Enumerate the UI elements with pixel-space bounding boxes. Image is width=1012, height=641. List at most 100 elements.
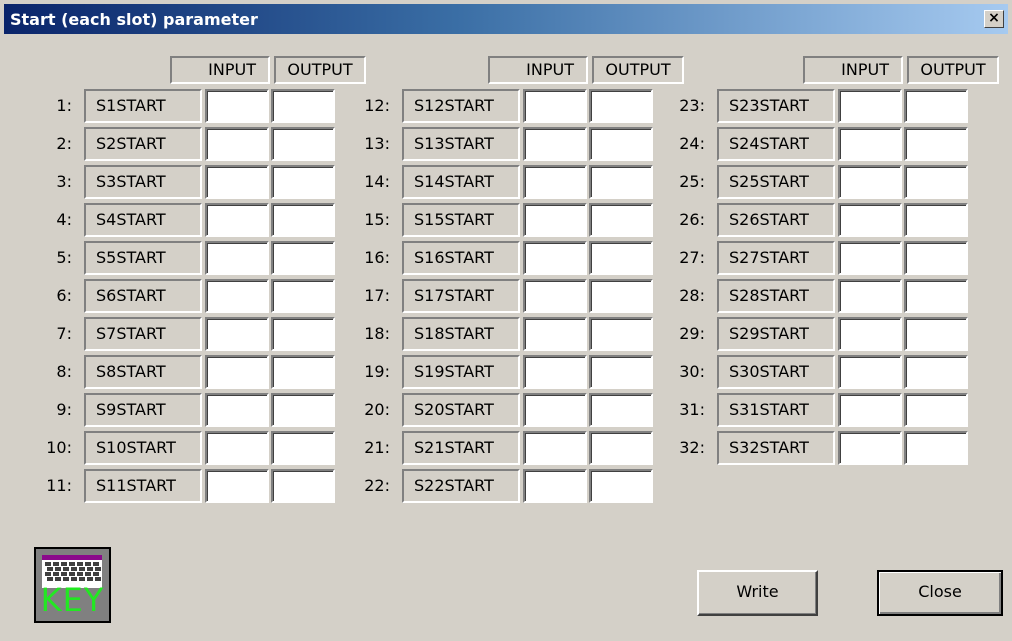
- slot-output-field[interactable]: [271, 279, 335, 313]
- keyboard-key-mark: [95, 567, 101, 571]
- slot-input-field[interactable]: [838, 165, 902, 199]
- slot-number: 31:: [679, 400, 705, 419]
- slot-input-field[interactable]: [838, 89, 902, 123]
- slot-output-field[interactable]: [904, 431, 968, 465]
- slot-output-field[interactable]: [904, 165, 968, 199]
- slot-output-field[interactable]: [271, 431, 335, 465]
- slot-output-field[interactable]: [271, 393, 335, 427]
- slot-input-field[interactable]: [838, 127, 902, 161]
- slot-output-field[interactable]: [589, 279, 653, 313]
- slot-output-field[interactable]: [589, 317, 653, 351]
- slot-output-field[interactable]: [589, 469, 653, 503]
- close-button[interactable]: Close: [877, 570, 1003, 616]
- slot-output-field[interactable]: [904, 89, 968, 123]
- slot-input-field[interactable]: [838, 317, 902, 351]
- slot-input-field[interactable]: [838, 355, 902, 389]
- slot-output-field[interactable]: [904, 279, 968, 313]
- slot-input-field[interactable]: [523, 431, 587, 465]
- window-close-button[interactable]: ×: [984, 10, 1004, 28]
- slot-output-field[interactable]: [904, 203, 968, 237]
- keyboard-key-mark: [47, 567, 53, 571]
- slot-input-field[interactable]: [838, 241, 902, 275]
- slot-input-field[interactable]: [205, 431, 269, 465]
- slot-output-field[interactable]: [904, 355, 968, 389]
- slot-label: S30START: [717, 355, 835, 389]
- slot-output-field[interactable]: [271, 203, 335, 237]
- slot-number: 10:: [46, 438, 72, 457]
- slot-label: S23START: [717, 89, 835, 123]
- title-bar[interactable]: Start (each slot) parameter ×: [4, 4, 1008, 34]
- slot-label: S5START: [84, 241, 202, 275]
- slot-input-field[interactable]: [523, 89, 587, 123]
- dialog-window: Start (each slot) parameter × INPUT OUTPU…: [0, 0, 1012, 641]
- input-header: INPUT: [170, 56, 270, 84]
- keyboard-key-mark: [61, 572, 67, 576]
- slot-label: S8START: [84, 355, 202, 389]
- slot-output-field[interactable]: [589, 165, 653, 199]
- slot-input-field[interactable]: [838, 203, 902, 237]
- slot-input-field[interactable]: [523, 241, 587, 275]
- slot-input-field[interactable]: [523, 127, 587, 161]
- slot-output-field[interactable]: [271, 469, 335, 503]
- slot-label: S29START: [717, 317, 835, 351]
- slot-input-field[interactable]: [205, 203, 269, 237]
- slot-output-field[interactable]: [271, 89, 335, 123]
- slot-output-field[interactable]: [589, 89, 653, 123]
- slot-input-field[interactable]: [523, 165, 587, 199]
- slot-input-field[interactable]: [523, 317, 587, 351]
- slot-input-field[interactable]: [205, 393, 269, 427]
- slot-label: S9START: [84, 393, 202, 427]
- slot-output-field[interactable]: [589, 241, 653, 275]
- slot-output-field[interactable]: [589, 127, 653, 161]
- slot-output-field[interactable]: [271, 355, 335, 389]
- slot-label: S11START: [84, 469, 202, 503]
- slot-output-field[interactable]: [589, 431, 653, 465]
- slot-input-field[interactable]: [205, 469, 269, 503]
- slot-label: S28START: [717, 279, 835, 313]
- slot-output-field[interactable]: [589, 355, 653, 389]
- slot-output-field[interactable]: [589, 203, 653, 237]
- slot-input-field[interactable]: [205, 241, 269, 275]
- slot-output-field[interactable]: [904, 241, 968, 275]
- slot-input-field[interactable]: [205, 89, 269, 123]
- slot-input-field[interactable]: [205, 127, 269, 161]
- slot-output-field[interactable]: [904, 317, 968, 351]
- keyboard-key-mark: [71, 567, 77, 571]
- slot-input-field[interactable]: [205, 165, 269, 199]
- slot-label: S19START: [402, 355, 520, 389]
- slot-label: S27START: [717, 241, 835, 275]
- slot-output-field[interactable]: [904, 393, 968, 427]
- slot-output-field[interactable]: [271, 165, 335, 199]
- slot-number: 2:: [56, 134, 72, 153]
- slot-number: 20:: [364, 400, 390, 419]
- slot-input-field[interactable]: [523, 355, 587, 389]
- slot-number: 1:: [56, 96, 72, 115]
- keyboard-key-mark: [69, 562, 75, 566]
- slot-label: S17START: [402, 279, 520, 313]
- keyboard-key-mark: [53, 562, 59, 566]
- slot-input-field[interactable]: [523, 203, 587, 237]
- slot-output-field[interactable]: [271, 241, 335, 275]
- write-button[interactable]: Write: [697, 570, 818, 616]
- slot-output-field[interactable]: [589, 393, 653, 427]
- keyboard-key-mark: [45, 572, 51, 576]
- slot-input-field[interactable]: [523, 469, 587, 503]
- slot-output-field[interactable]: [271, 127, 335, 161]
- slot-output-field[interactable]: [271, 317, 335, 351]
- slot-input-field[interactable]: [523, 279, 587, 313]
- slot-input-field[interactable]: [523, 393, 587, 427]
- slot-label: S3START: [84, 165, 202, 199]
- keyboard-key-mark: [45, 562, 51, 566]
- slot-input-field[interactable]: [205, 279, 269, 313]
- keyboard-key-mark: [69, 572, 75, 576]
- slot-number: 29:: [679, 324, 705, 343]
- slot-input-field[interactable]: [838, 431, 902, 465]
- slot-input-field[interactable]: [205, 317, 269, 351]
- slot-output-field[interactable]: [904, 127, 968, 161]
- slot-number: 7:: [56, 324, 72, 343]
- slot-input-field[interactable]: [838, 393, 902, 427]
- slot-input-field[interactable]: [205, 355, 269, 389]
- slot-number: 30:: [679, 362, 705, 381]
- key-button[interactable]: KEY: [34, 547, 111, 623]
- slot-input-field[interactable]: [838, 279, 902, 313]
